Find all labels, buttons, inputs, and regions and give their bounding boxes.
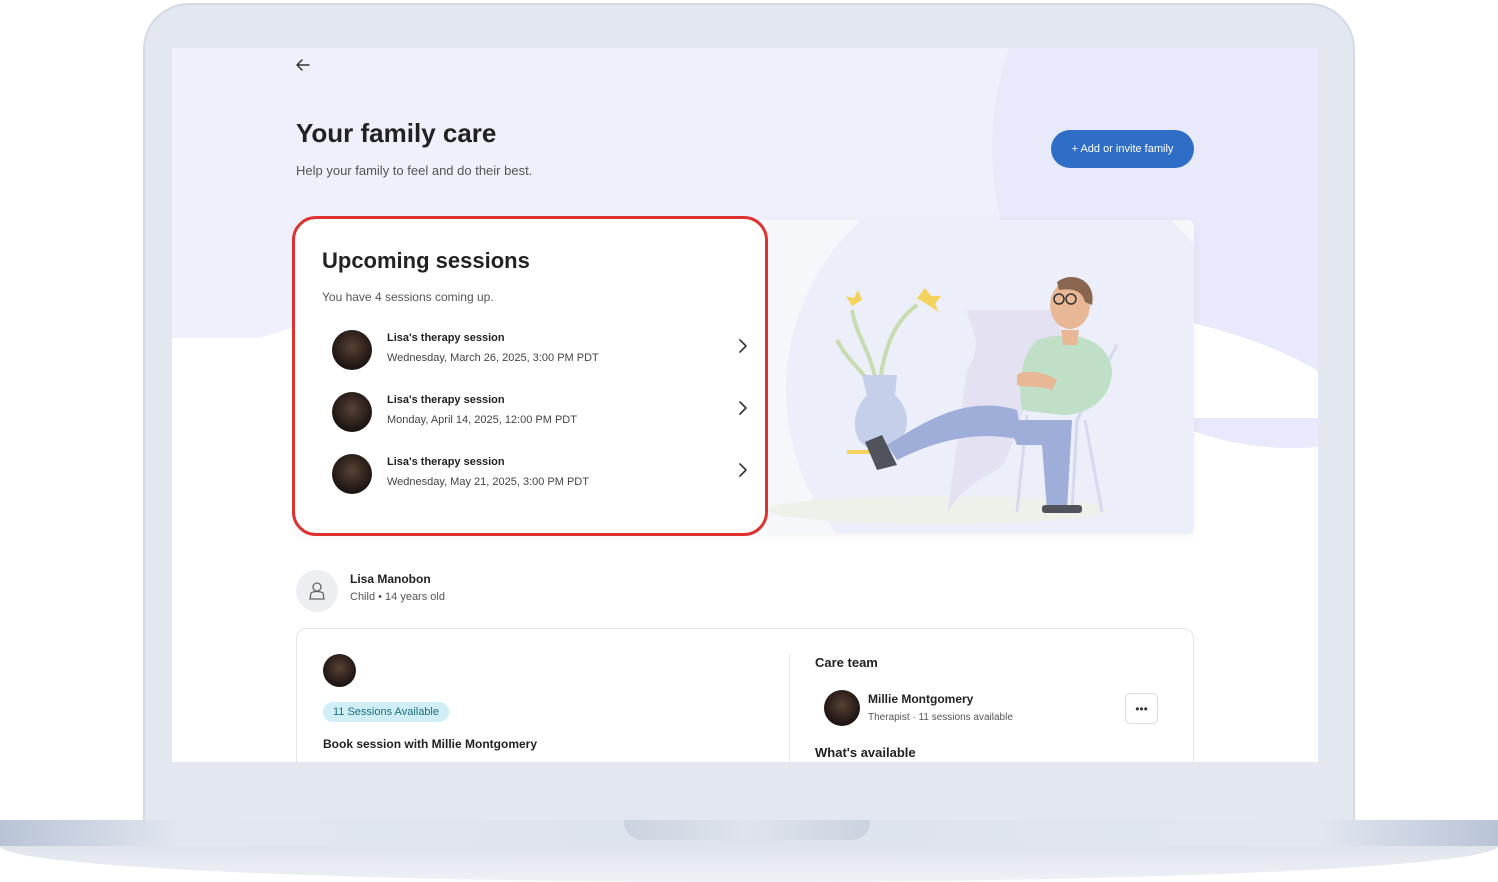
base-notch — [624, 820, 870, 840]
therapist-avatar — [332, 454, 372, 494]
chevron-right-icon[interactable] — [737, 400, 749, 420]
more-options-button[interactable]: ••• — [1125, 693, 1158, 724]
base-bottom — [0, 846, 1498, 882]
member-meta: Child • 14 years old — [350, 591, 445, 603]
whats-available-title: What's available — [815, 745, 916, 760]
chevron-right-icon[interactable] — [737, 462, 749, 482]
session-date: Wednesday, May 21, 2025, 3:00 PM PDT — [387, 476, 589, 488]
member-name: Lisa Manobon — [350, 572, 431, 586]
back-arrow-icon[interactable] — [294, 56, 316, 78]
book-session-link[interactable]: Book session with Millie Montgomery — [323, 737, 537, 751]
session-title: Lisa's therapy session — [387, 394, 505, 406]
session-item[interactable]: Lisa's therapy session Wednesday, May 21… — [332, 452, 752, 496]
therapist-avatar — [824, 690, 860, 726]
page-subtitle: Help your family to feel and do their be… — [296, 163, 533, 178]
therapist-avatar — [332, 330, 372, 370]
card-divider — [789, 654, 790, 762]
chevron-right-icon[interactable] — [737, 338, 749, 358]
session-date: Monday, April 14, 2025, 12:00 PM PDT — [387, 414, 577, 426]
app-screen: Your family care Help your family to fee… — [172, 48, 1318, 762]
session-date: Wednesday, March 26, 2025, 3:00 PM PDT — [387, 352, 599, 364]
therapist-avatar — [332, 392, 372, 432]
upcoming-sessions-title: Upcoming sessions — [322, 248, 530, 273]
therapist-avatar — [323, 654, 356, 687]
session-item[interactable]: Lisa's therapy session Wednesday, March … — [332, 328, 752, 372]
session-item[interactable]: Lisa's therapy session Monday, April 14,… — [332, 390, 752, 434]
member-avatar — [296, 570, 338, 612]
person-icon — [309, 582, 325, 600]
upcoming-sessions-subtitle: You have 4 sessions coming up. — [322, 290, 494, 304]
add-invite-family-button[interactable]: + Add or invite family — [1051, 130, 1194, 168]
page-title: Your family care — [296, 118, 497, 148]
session-title: Lisa's therapy session — [387, 456, 505, 468]
laptop-base — [0, 820, 1498, 882]
therapist-name: Millie Montgomery — [868, 692, 974, 706]
therapist-meta: Therapist · 11 sessions available — [868, 712, 1013, 723]
sessions-available-badge: 11 Sessions Available — [323, 702, 449, 722]
person-reading-illustration — [767, 276, 1119, 524]
session-title: Lisa's therapy session — [387, 332, 505, 344]
care-team-title: Care team — [815, 655, 878, 670]
